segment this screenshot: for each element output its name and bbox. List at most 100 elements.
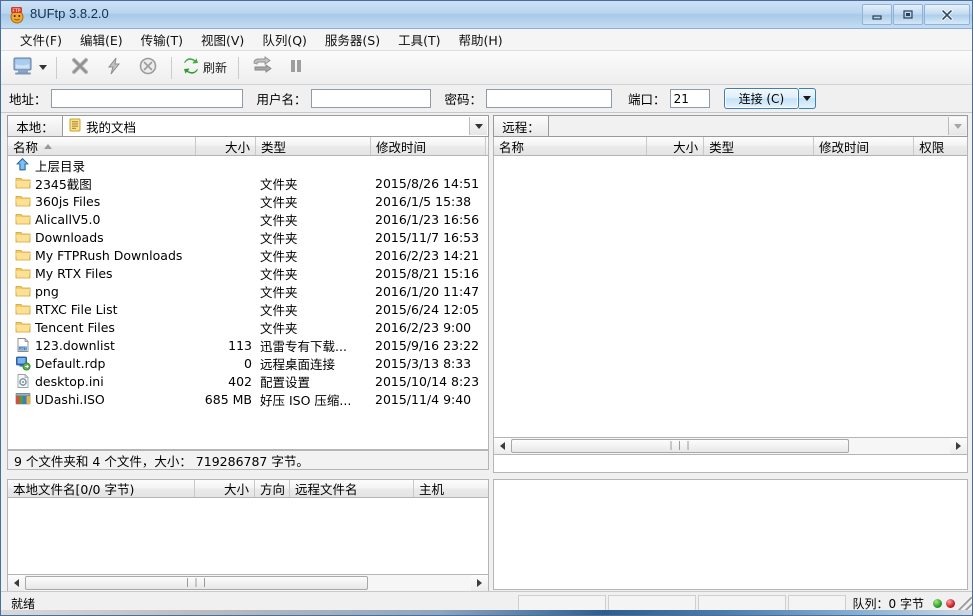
remote-scroll-track[interactable]: ❘❘❘ bbox=[511, 438, 950, 454]
table-row[interactable]: Downloads 文件夹 2015/11/7 16:53 bbox=[8, 228, 488, 246]
queue-col-remote-filename[interactable]: 远程文件名 bbox=[290, 480, 414, 497]
remote-col-type[interactable]: 类型 bbox=[704, 137, 814, 155]
file-modified-cell: 2015/9/16 23:22 bbox=[375, 337, 480, 353]
minimize-button[interactable] bbox=[862, 4, 892, 25]
local-path-dropdown[interactable] bbox=[469, 117, 487, 135]
queue-scroll-left-button[interactable] bbox=[8, 575, 25, 591]
remote-col-modified[interactable]: 修改时间 bbox=[813, 137, 915, 155]
table-row[interactable]: RTXC File List 文件夹 2015/6/24 12:05 bbox=[8, 300, 488, 318]
transfer-arrow-icon bbox=[251, 56, 273, 79]
local-panel: 本地： 我的文档 名称 大小 类型 修改时间 上层目录 2345截图 文件夹 2… bbox=[7, 115, 489, 470]
downlist-icon: LIST bbox=[15, 337, 31, 353]
password-input[interactable] bbox=[486, 89, 613, 108]
desktop-taskbar-edge bbox=[1, 610, 972, 615]
port-input[interactable] bbox=[669, 89, 710, 108]
remote-scroll-thumb[interactable]: ❘❘❘ bbox=[511, 439, 849, 453]
queue-scroll-right-button[interactable] bbox=[471, 575, 488, 591]
toolbar-separator-1 bbox=[56, 56, 57, 79]
abort-button[interactable] bbox=[131, 54, 165, 82]
file-name-cell: 360js Files bbox=[8, 193, 196, 209]
documents-folder-icon bbox=[68, 118, 82, 135]
sort-ascending-icon bbox=[44, 143, 53, 149]
table-row[interactable]: 上层目录 bbox=[8, 156, 488, 174]
local-col-size[interactable]: 大小 bbox=[196, 137, 256, 155]
resize-grip-icon[interactable] bbox=[958, 596, 972, 611]
remote-scroll-right-button[interactable] bbox=[950, 438, 967, 454]
queue-col-local-filename[interactable]: 本地文件名[0/0 字节) bbox=[8, 480, 195, 497]
menu-transfer[interactable]: 传输(T) bbox=[132, 27, 192, 52]
table-row[interactable]: Default.rdp 0 远程桌面连接 2015/3/13 8:33 bbox=[8, 354, 488, 372]
local-col-modified[interactable]: 修改时间 bbox=[371, 137, 486, 155]
remote-scroll-left-button[interactable] bbox=[494, 438, 511, 454]
queue-hscrollbar[interactable]: ❘❘❘ bbox=[7, 575, 489, 592]
username-label: 用户名： bbox=[256, 92, 307, 107]
queue-list-header: 本地文件名[0/0 字节) 大小 方向 远程文件名 主机 bbox=[7, 479, 489, 498]
table-row[interactable]: desktop.ini 402 配置设置 2015/10/14 8:23 bbox=[8, 372, 488, 390]
table-row[interactable]: My RTX Files 文件夹 2015/8/21 15:16 bbox=[8, 264, 488, 282]
scroll-grip-icon: ❘❘❘ bbox=[667, 440, 693, 451]
chevron-down-icon[interactable] bbox=[39, 65, 47, 70]
remote-col-size[interactable]: 大小 bbox=[646, 137, 705, 155]
queue-scroll-track[interactable]: ❘❘❘ bbox=[25, 575, 471, 591]
log-panel[interactable] bbox=[493, 479, 968, 590]
menu-help[interactable]: 帮助(H) bbox=[450, 27, 512, 52]
remote-tag[interactable]: 远程： bbox=[493, 115, 549, 137]
triangle-right-icon bbox=[956, 442, 961, 450]
remote-path-dropdown[interactable] bbox=[948, 117, 966, 135]
local-file-list[interactable]: 上层目录 2345截图 文件夹 2015/8/26 14:51 360js Files 文… bbox=[7, 156, 489, 450]
pause-button[interactable] bbox=[279, 54, 313, 82]
local-tag[interactable]: 本地： bbox=[7, 115, 63, 137]
queue-col-size[interactable]: 大小 bbox=[195, 480, 255, 497]
connect-dropdown-button[interactable] bbox=[799, 88, 817, 109]
file-name-cell: AlicallV5.0 bbox=[8, 211, 196, 227]
maximize-button[interactable] bbox=[893, 4, 923, 25]
computer-icon bbox=[12, 56, 34, 79]
table-row[interactable]: png 文件夹 2016/1/20 11:47 bbox=[8, 282, 488, 300]
file-name-cell: Tencent Files bbox=[8, 319, 196, 335]
transfer-button[interactable] bbox=[245, 54, 279, 82]
local-list-header: 名称 大小 类型 修改时间 bbox=[7, 137, 489, 156]
table-row[interactable]: 360js Files 文件夹 2016/1/5 15:38 bbox=[8, 192, 488, 210]
connect-button[interactable]: 连接 (C) bbox=[723, 88, 800, 109]
remote-file-list[interactable] bbox=[493, 156, 968, 438]
quick-connect-button[interactable] bbox=[97, 54, 131, 82]
file-modified-cell: 2015/11/7 16:53 bbox=[375, 229, 480, 245]
folder-icon bbox=[15, 265, 31, 281]
close-button[interactable] bbox=[924, 4, 970, 25]
table-row[interactable]: LIST 123.downlist 113 迅雷专有下载... 2015/9/16 23… bbox=[8, 336, 488, 354]
refresh-button[interactable]: 刷新 bbox=[178, 54, 232, 82]
disconnect-button[interactable] bbox=[63, 54, 97, 82]
file-name-label: 2345截图 bbox=[35, 176, 92, 192]
table-row[interactable]: Tencent Files 文件夹 2016/2/23 9:00 bbox=[8, 318, 488, 336]
menu-server[interactable]: 服务器(S) bbox=[316, 27, 389, 52]
site-manager-button[interactable] bbox=[9, 54, 50, 82]
table-row[interactable]: 2345截图 文件夹 2015/8/26 14:51 bbox=[8, 174, 488, 192]
queue-col-host[interactable]: 主机 bbox=[414, 480, 488, 497]
menu-queue[interactable]: 队列(Q) bbox=[253, 27, 316, 52]
table-row[interactable]: My FTPRush Downloads 文件夹 2016/2/23 14:21 bbox=[8, 246, 488, 264]
remote-hscrollbar[interactable]: ❘❘❘ bbox=[493, 438, 968, 455]
remote-path-box[interactable] bbox=[549, 115, 968, 137]
remote-col-name[interactable]: 名称 bbox=[494, 137, 647, 155]
table-row[interactable]: UDashi.ISO 685 MB 好压 ISO 压缩... 2015/11/4 9:… bbox=[8, 390, 488, 408]
file-modified-cell: 2015/8/21 15:16 bbox=[375, 265, 480, 281]
queue-list[interactable] bbox=[7, 498, 489, 575]
file-name-cell: UDashi.ISO bbox=[8, 391, 196, 407]
menu-tools[interactable]: 工具(T) bbox=[389, 27, 449, 52]
remote-col-permissions[interactable]: 权限 bbox=[914, 137, 967, 155]
queue-col-direction[interactable]: 方向 bbox=[255, 480, 290, 497]
local-path-box[interactable]: 我的文档 bbox=[63, 115, 489, 137]
remote-list-header: 名称 大小 类型 修改时间 权限 bbox=[493, 137, 968, 156]
address-input[interactable] bbox=[50, 89, 243, 108]
username-input[interactable] bbox=[310, 89, 431, 108]
table-row[interactable]: AlicallV5.0 文件夹 2016/1/23 16:56 bbox=[8, 210, 488, 228]
file-name-cell: png bbox=[8, 283, 196, 299]
menu-view[interactable]: 视图(V) bbox=[192, 27, 253, 52]
connection-bar: 地址： 用户名： 密码： 端口： 连接 (C) bbox=[1, 85, 972, 113]
menu-file[interactable]: 文件(F) bbox=[11, 27, 71, 52]
menu-edit[interactable]: 编辑(E) bbox=[71, 27, 132, 52]
file-name-label: Downloads bbox=[35, 229, 104, 245]
queue-scroll-thumb[interactable]: ❘❘❘ bbox=[25, 576, 368, 590]
local-col-type[interactable]: 类型 bbox=[256, 137, 371, 155]
local-col-name[interactable]: 名称 bbox=[8, 137, 196, 155]
